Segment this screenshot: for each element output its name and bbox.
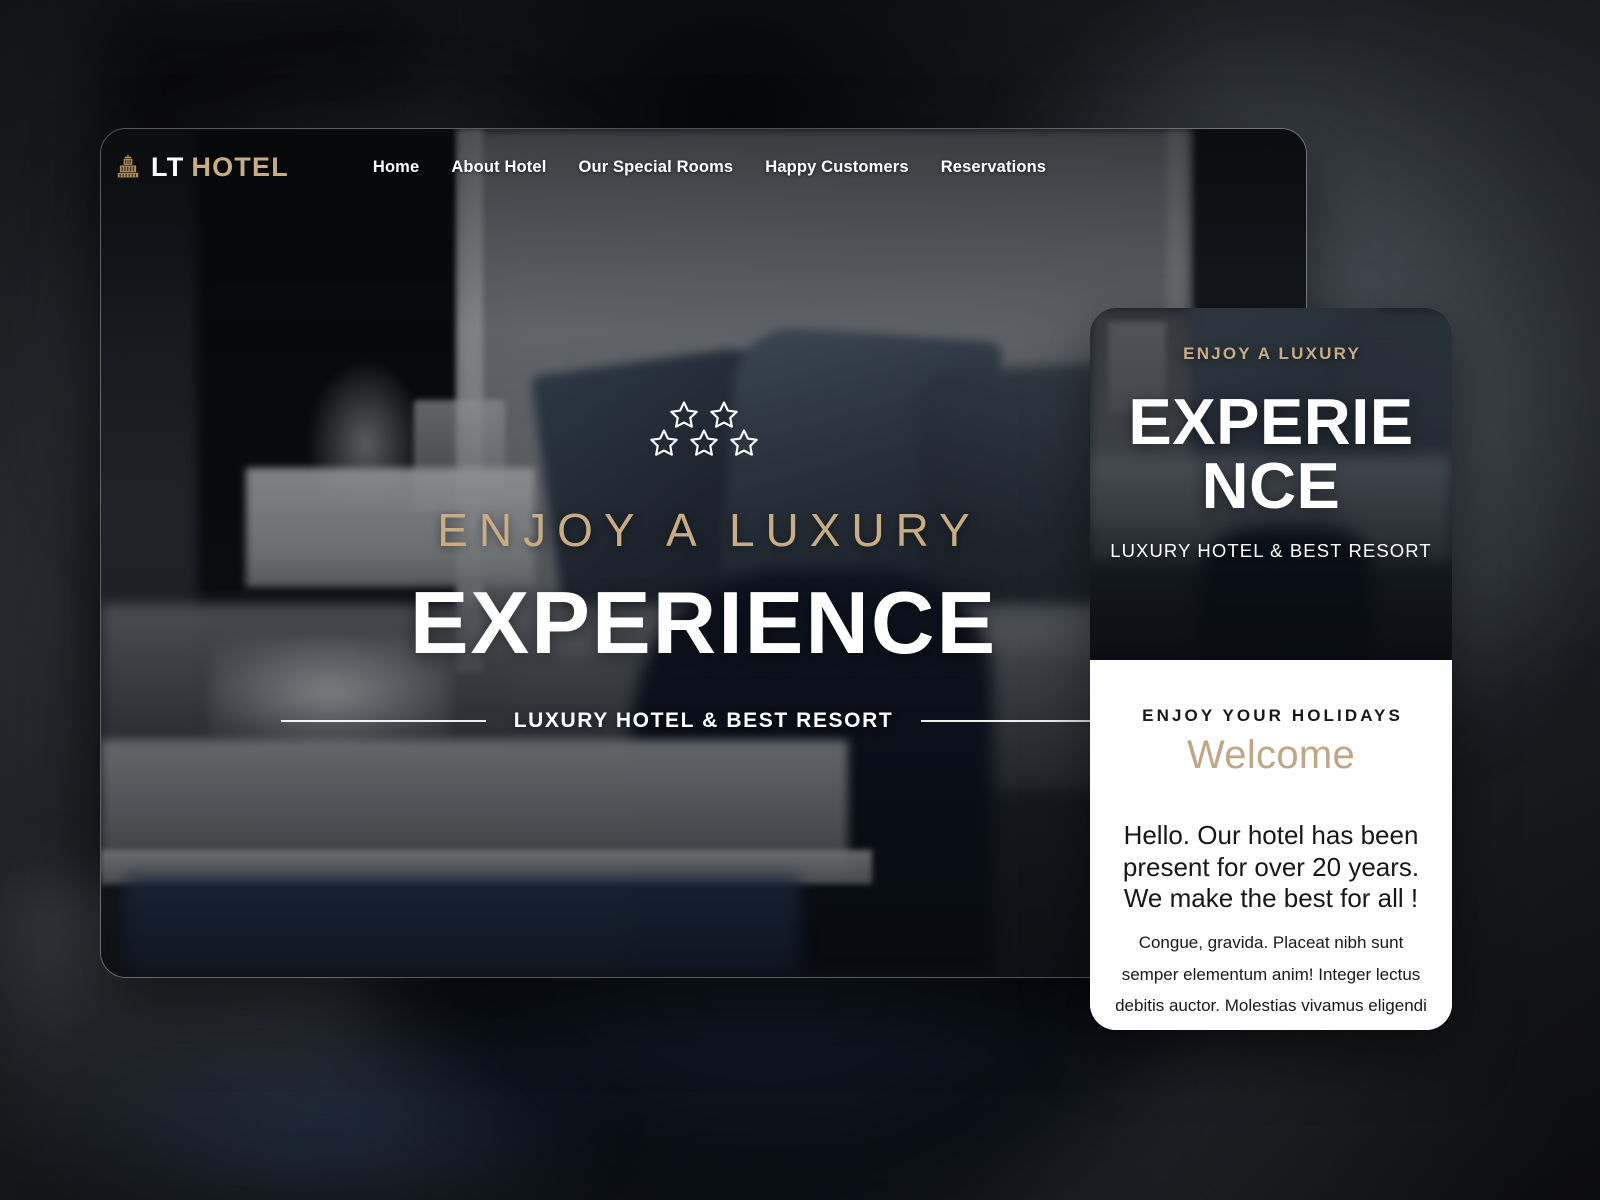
nav-item-our-special-rooms[interactable]: Our Special Rooms <box>578 158 733 177</box>
hotel-crest-icon <box>117 154 139 178</box>
star-outline-icon <box>649 429 678 456</box>
mobile-preview-card: ENJOY A LUXURY EXPERIENCE LUXURY HOTEL &… <box>1090 308 1452 1030</box>
nav-item-reservations[interactable]: Reservations <box>941 158 1046 177</box>
site-navbar: LT HOTEL Home About Hotel Our Special Roo… <box>101 129 1306 205</box>
star-rating-row-bottom <box>648 427 760 459</box>
welcome-eyebrow: ENJOY YOUR HOLIDAYS <box>1142 706 1403 725</box>
divider-left <box>280 720 486 722</box>
mobile-welcome-section: ENJOY YOUR HOLIDAYS Welcome Hello. Our h… <box>1090 660 1452 1030</box>
welcome-title: Welcome <box>1186 733 1356 777</box>
mobile-hero-kicker: ENJOY A LUXURY <box>1183 344 1362 363</box>
star-outline-icon <box>729 429 758 456</box>
brand-logo[interactable]: LT HOTEL <box>115 151 289 182</box>
brand-wordmark: LT HOTEL <box>151 151 289 182</box>
nav-item-about-hotel[interactable]: About Hotel <box>451 158 546 177</box>
mobile-hero-content: ENJOY A LUXURY EXPERIENCE LUXURY HOTEL &… <box>1090 308 1452 660</box>
mobile-hero-image: ENJOY A LUXURY EXPERIENCE LUXURY HOTEL &… <box>1090 308 1452 660</box>
welcome-body-text: Congue, gravida. Placeat nibh sunt sempe… <box>1115 933 1427 1030</box>
brand-name-primary: LT <box>151 151 185 182</box>
star-outline-icon <box>689 429 718 456</box>
mobile-hero-subline: LUXURY HOTEL & BEST RESORT <box>1110 540 1432 562</box>
hero-subline: LUXURY HOTEL & BEST RESORT <box>513 709 894 732</box>
welcome-lead-text: Hello. Our hotel has been present for ov… <box>1122 820 1420 914</box>
brand-name-secondary: HOTEL <box>191 151 289 182</box>
mobile-hero-headline: EXPERIENCE <box>1128 385 1414 522</box>
nav-item-home[interactable]: Home <box>373 158 419 177</box>
primary-navigation: Home About Hotel Our Special Rooms Happy… <box>373 158 1046 177</box>
nav-item-happy-customers[interactable]: Happy Customers <box>765 158 908 177</box>
